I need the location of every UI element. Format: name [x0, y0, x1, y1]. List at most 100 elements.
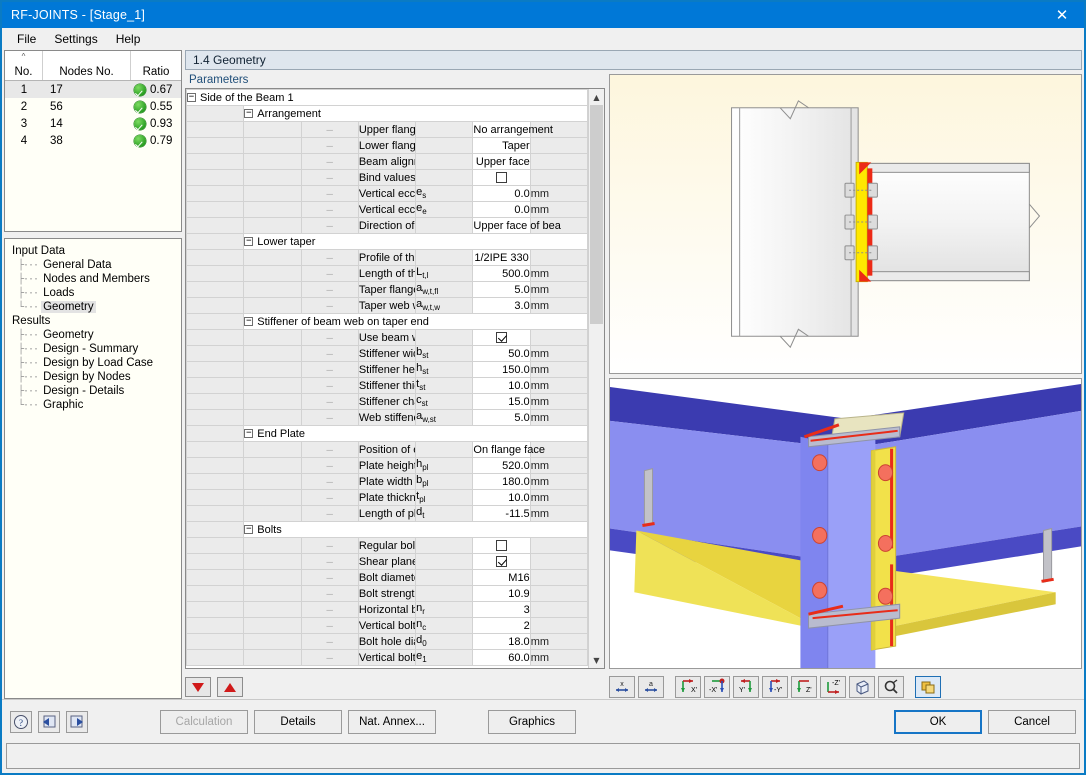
collapse-icon[interactable]: − [244, 525, 254, 535]
view-negative-y-button[interactable]: -Y' [762, 675, 788, 698]
parameters-scrollbar[interactable]: ▲ ▼ [588, 89, 604, 668]
menu-file[interactable]: File [8, 30, 45, 48]
calculation-button[interactable]: Calculation [160, 709, 248, 734]
parameter-row[interactable]: ─Taper web weld dimensionaw,t,w3.0mm [186, 297, 588, 314]
collapse-icon[interactable]: − [244, 429, 254, 439]
parameter-checkbox[interactable] [496, 332, 508, 344]
help-icon[interactable]: ? [10, 710, 32, 733]
collapse-icon[interactable]: − [244, 237, 254, 247]
parameter-group-row[interactable]: − End Plate [186, 425, 588, 442]
tree-item-design-summary[interactable]: ├··· Design - Summary [9, 342, 177, 356]
parameter-row[interactable]: ─Vertical eccentricity at member startes… [186, 185, 588, 202]
parameter-row[interactable]: ─Stiffener thicknesstst10.0mm [186, 377, 588, 394]
column-header-nodes-no[interactable]: Nodes No. [43, 51, 131, 80]
view-y-button[interactable]: Y' [733, 675, 759, 698]
parameter-row[interactable]: ─Profile of the taper 1/2IPE 330 [186, 249, 588, 266]
parameter-checkbox[interactable] [496, 172, 508, 184]
parameter-group-row[interactable]: − Bolts [186, 521, 588, 538]
column-header-no[interactable]: ^ No. [5, 51, 43, 80]
parameter-value[interactable]: Taper [472, 137, 531, 154]
parameter-row[interactable]: ─Stiffener heighthst150.0mm [186, 361, 588, 378]
parameter-value[interactable]: 180.0 [472, 473, 531, 490]
tree-item-general-data[interactable]: ├··· General Data [9, 258, 177, 272]
parameter-value[interactable]: No arrangement [472, 121, 553, 138]
parameter-value[interactable]: 500.0 [472, 265, 531, 282]
table-row[interactable]: 1 17 0.67 [5, 81, 181, 98]
parameter-row[interactable]: ─Plate thicknesstpl10.0mm [186, 489, 588, 506]
parameter-row[interactable]: ─Direction of projection on column fac Up… [186, 217, 588, 234]
parameter-row[interactable]: ─Stiffener chamfer dimensioncst15.0mm [186, 393, 588, 410]
parameter-value[interactable]: 1/2IPE 330 [472, 249, 531, 266]
view-x-button[interactable]: X' [675, 675, 701, 698]
tree-item-nodes-and-members[interactable]: ├··· Nodes and Members [9, 272, 177, 286]
parameter-row[interactable]: ─Length of the lower tapered partLt,l500… [186, 265, 588, 282]
tree-item-design-details[interactable]: ├··· Design - Details [9, 384, 177, 398]
show-label-a-button[interactable]: a [638, 675, 664, 698]
parameter-value[interactable]: 150.0 [472, 361, 531, 378]
show-dimension-x-button[interactable]: x [609, 675, 635, 698]
parameter-value[interactable]: 0.0 [472, 201, 531, 218]
parameter-row[interactable]: ─Position of end plate weld On flange fac… [186, 441, 588, 458]
menu-settings[interactable]: Settings [45, 30, 106, 48]
parameter-row[interactable]: ─Bolt diameter M16 [186, 569, 588, 586]
parameter-row[interactable]: ─Bind values of eccentricity together [186, 169, 588, 186]
parameter-value[interactable]: 10.9 [472, 585, 531, 602]
view-negative-x-button[interactable]: -X' [704, 675, 730, 698]
previous-arrow-icon[interactable] [38, 710, 60, 733]
parameter-row[interactable]: ─Use beam web stiffener on taper end [186, 329, 588, 346]
parameter-row[interactable]: ─Length of plate overhangdt-11.5mm [186, 505, 588, 522]
table-row[interactable]: 3 14 0.93 [5, 115, 181, 132]
scroll-up-icon[interactable]: ▲ [589, 89, 605, 105]
close-icon[interactable]: ✕ [1040, 2, 1084, 28]
parameter-row[interactable]: ─Vertical eccentricity at member endee0.… [186, 201, 588, 218]
collapse-icon[interactable]: − [187, 93, 196, 103]
3d-rendered-view[interactable] [609, 378, 1082, 669]
cancel-button[interactable]: Cancel [988, 709, 1076, 734]
parameter-row[interactable]: ─ Plate width bpl 180.0 mm [186, 473, 588, 490]
parameter-value[interactable]: 60.0 [472, 649, 531, 666]
parameter-value[interactable]: M16 [472, 569, 531, 586]
parameter-row[interactable]: ─Bolt hole diameterd018.0mm [186, 633, 588, 650]
parameter-row[interactable]: ─Stiffener widthbst50.0mm [186, 345, 588, 362]
parameter-row[interactable]: ─Taper flange weld dimensionaw,t,fl5.0mm [186, 281, 588, 298]
parameter-checkbox[interactable] [496, 540, 508, 552]
isometric-view-button[interactable] [849, 675, 875, 698]
tree-item-design-by-load-case[interactable]: ├··· Design by Load Case [9, 356, 177, 370]
parameter-group-row[interactable]: − Stiffener of beam web on taper end [186, 313, 588, 330]
parameter-value[interactable]: 10.0 [472, 377, 531, 394]
collapse-icon[interactable]: − [244, 109, 254, 119]
menu-help[interactable]: Help [107, 30, 150, 48]
parameter-row[interactable]: ─Regular bolt distribution [186, 537, 588, 554]
parameter-value[interactable]: 3 [472, 601, 531, 618]
parameter-checkbox[interactable] [496, 556, 508, 568]
parameter-row[interactable]: ─Shear plane passes through the thre [186, 553, 588, 570]
parameter-value[interactable]: 0.0 [472, 185, 531, 202]
tree-group-results[interactable]: Results [9, 314, 177, 328]
next-arrow-icon[interactable] [66, 710, 88, 733]
parameter-group-row[interactable]: − Side of the Beam 1 [186, 89, 588, 106]
parameter-group-row[interactable]: − Lower taper [186, 233, 588, 250]
parameter-row[interactable]: ─Vertical bolt to edge distancee160.0mm [186, 649, 588, 666]
zoom-view-button[interactable] [878, 675, 904, 698]
parameter-checkbox-cell[interactable] [472, 553, 531, 570]
parameter-row[interactable]: ─Upper flange arrangement No arrangement [186, 121, 588, 138]
parameter-value[interactable]: 5.0 [472, 409, 531, 426]
tree-item-design-by-nodes[interactable]: ├··· Design by Nodes [9, 370, 177, 384]
parameter-group-row[interactable]: − Arrangement [186, 105, 588, 122]
render-mode-button[interactable] [915, 675, 941, 698]
tree-item-loads[interactable]: ├··· Loads [9, 286, 177, 300]
parameter-row[interactable]: ─Horizontal bolt rowsnr3 [186, 601, 588, 618]
tree-item-geometry[interactable]: ├··· Geometry [9, 328, 177, 342]
parameter-row[interactable]: ─Bolt strength grade 10.9 [186, 585, 588, 602]
details-button[interactable]: Details [254, 709, 342, 734]
table-row[interactable]: 2 56 0.55 [5, 98, 181, 115]
tree-item-graphic[interactable]: └··· Graphic [9, 398, 177, 412]
previous-node-button[interactable] [217, 677, 243, 697]
parameter-value[interactable]: 2 [472, 617, 531, 634]
graphics-button[interactable]: Graphics [488, 709, 576, 734]
parameter-value[interactable]: On flange face [472, 441, 545, 458]
parameter-row[interactable]: ─Web stiffener weld dimensionaw,st5.0mm [186, 409, 588, 426]
parameter-row[interactable]: ─Lower flange arrangement Taper [186, 137, 588, 154]
column-header-ratio[interactable]: Ratio [131, 51, 181, 80]
parameter-value[interactable]: -11.5 [472, 505, 531, 522]
